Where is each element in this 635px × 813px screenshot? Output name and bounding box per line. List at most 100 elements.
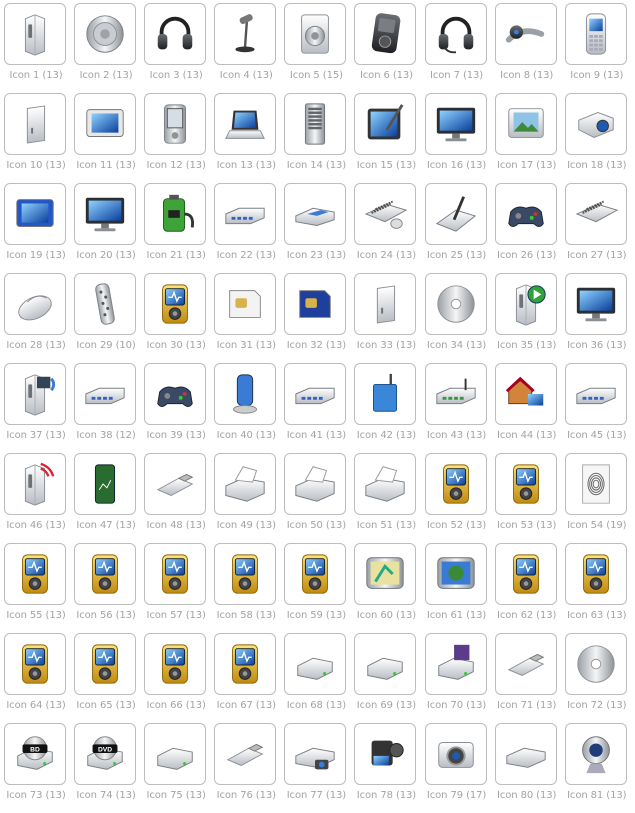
icon-tile-frame[interactable] [354, 3, 417, 65]
icon-tile-frame[interactable] [424, 453, 487, 515]
icon-tile-item[interactable]: Icon 7 (13) [423, 3, 493, 93]
icon-tile-item[interactable]: Icon 23 (13) [282, 183, 352, 273]
icon-tile-item[interactable]: Icon 17 (13) [493, 93, 563, 183]
icon-tile-frame[interactable] [214, 363, 277, 425]
icon-tile-item[interactable]: Icon 59 (13) [282, 543, 352, 633]
icon-tile-item[interactable]: BD Icon 73 (13) [2, 723, 72, 813]
icon-tile-frame[interactable] [4, 453, 66, 515]
icon-tile-frame[interactable] [4, 3, 66, 65]
icon-tile-item[interactable]: Icon 32 (13) [282, 273, 352, 363]
icon-tile-item[interactable]: Icon 20 (13) [72, 183, 142, 273]
icon-tile-item[interactable]: Icon 34 (13) [423, 273, 493, 363]
icon-tile-item[interactable]: Icon 5 (15) [282, 3, 352, 93]
icon-tile-item[interactable]: Icon 56 (13) [72, 543, 142, 633]
icon-tile-frame[interactable] [144, 363, 207, 425]
icon-tile-frame[interactable] [74, 633, 137, 695]
icon-tile-frame[interactable] [4, 363, 66, 425]
icon-tile-frame[interactable] [214, 93, 277, 155]
icon-tile-frame[interactable] [564, 3, 627, 65]
icon-tile-item[interactable]: Icon 72 (13) [563, 633, 633, 723]
icon-tile-frame[interactable] [494, 723, 557, 785]
icon-tile-frame[interactable] [354, 723, 417, 785]
icon-tile-frame[interactable] [354, 273, 417, 335]
icon-tile-item[interactable]: Icon 50 (13) [282, 453, 352, 543]
icon-tile-item[interactable]: Icon 12 (13) [142, 93, 212, 183]
icon-tile-item[interactable]: Icon 24 (13) [352, 183, 422, 273]
icon-tile-item[interactable]: Icon 54 (19) [563, 453, 633, 543]
icon-tile-frame[interactable] [74, 363, 137, 425]
icon-tile-frame[interactable] [144, 723, 207, 785]
icon-tile-item[interactable]: Icon 30 (13) [142, 273, 212, 363]
icon-tile-item[interactable]: Icon 14 (13) [282, 93, 352, 183]
icon-tile-item[interactable]: Icon 39 (13) [142, 363, 212, 453]
icon-tile-item[interactable]: Icon 70 (13) [423, 633, 493, 723]
icon-tile-frame[interactable] [494, 453, 557, 515]
icon-tile-frame[interactable] [144, 3, 207, 65]
icon-tile-frame[interactable] [144, 543, 207, 605]
icon-tile-item[interactable]: Icon 6 (13) [352, 3, 422, 93]
icon-tile-item[interactable]: Icon 78 (13) [352, 723, 422, 813]
icon-tile-frame[interactable] [424, 633, 487, 695]
icon-tile-item[interactable]: Icon 3 (13) [142, 3, 212, 93]
icon-tile-frame[interactable] [74, 3, 137, 65]
icon-tile-frame[interactable] [214, 183, 277, 245]
icon-tile-frame[interactable] [284, 723, 347, 785]
icon-tile-frame[interactable]: DVD [74, 723, 137, 785]
icon-tile-item[interactable]: Icon 46 (13) [2, 453, 72, 543]
icon-tile-frame[interactable] [424, 3, 487, 65]
icon-tile-frame[interactable]: BD [4, 723, 66, 785]
icon-tile-frame[interactable] [494, 363, 557, 425]
icon-tile-frame[interactable] [214, 723, 277, 785]
icon-tile-frame[interactable] [74, 453, 137, 515]
icon-tile-item[interactable]: Icon 35 (13) [493, 273, 563, 363]
icon-tile-frame[interactable] [284, 633, 347, 695]
icon-tile-frame[interactable] [424, 273, 487, 335]
icon-tile-frame[interactable] [4, 93, 66, 155]
icon-tile-frame[interactable] [214, 273, 277, 335]
icon-tile-item[interactable]: Icon 77 (13) [282, 723, 352, 813]
icon-tile-item[interactable]: Icon 52 (13) [423, 453, 493, 543]
icon-tile-item[interactable]: Icon 1 (13) [2, 3, 72, 93]
icon-tile-frame[interactable] [564, 543, 627, 605]
icon-tile-frame[interactable] [214, 453, 277, 515]
icon-tile-item[interactable]: Icon 8 (13) [493, 3, 563, 93]
icon-tile-item[interactable]: Icon 37 (13) [2, 363, 72, 453]
icon-tile-item[interactable]: Icon 68 (13) [282, 633, 352, 723]
icon-tile-frame[interactable] [284, 453, 347, 515]
icon-tile-frame[interactable] [144, 273, 207, 335]
icon-tile-frame[interactable] [4, 633, 66, 695]
icon-tile-item[interactable]: Icon 22 (13) [212, 183, 282, 273]
icon-tile-frame[interactable] [144, 633, 207, 695]
icon-tile-item[interactable]: Icon 64 (13) [2, 633, 72, 723]
icon-tile-frame[interactable] [74, 183, 137, 245]
icon-tile-item[interactable]: Icon 67 (13) [212, 633, 282, 723]
icon-tile-frame[interactable] [564, 633, 627, 695]
icon-tile-item[interactable]: Icon 76 (13) [212, 723, 282, 813]
icon-tile-item[interactable]: Icon 53 (13) [493, 453, 563, 543]
icon-tile-item[interactable]: Icon 4 (13) [212, 3, 282, 93]
icon-tile-item[interactable]: Icon 66 (13) [142, 633, 212, 723]
icon-tile-item[interactable]: Icon 38 (12) [72, 363, 142, 453]
icon-tile-item[interactable]: Icon 49 (13) [212, 453, 282, 543]
icon-tile-frame[interactable] [424, 183, 487, 245]
icon-tile-item[interactable]: Icon 60 (13) [352, 543, 422, 633]
icon-tile-item[interactable]: Icon 26 (13) [493, 183, 563, 273]
icon-tile-frame[interactable] [354, 633, 417, 695]
icon-tile-frame[interactable] [424, 723, 487, 785]
icon-tile-frame[interactable] [284, 183, 347, 245]
icon-tile-frame[interactable] [494, 183, 557, 245]
icon-tile-item[interactable]: Icon 75 (13) [142, 723, 212, 813]
icon-tile-frame[interactable] [494, 273, 557, 335]
icon-tile-item[interactable]: Icon 69 (13) [352, 633, 422, 723]
icon-tile-item[interactable]: Icon 41 (13) [282, 363, 352, 453]
icon-tile-frame[interactable] [284, 273, 347, 335]
icon-tile-frame[interactable] [4, 273, 66, 335]
icon-tile-frame[interactable] [564, 723, 627, 785]
icon-tile-frame[interactable] [494, 543, 557, 605]
icon-tile-item[interactable]: Icon 57 (13) [142, 543, 212, 633]
icon-tile-frame[interactable] [4, 183, 66, 245]
icon-tile-item[interactable]: DVD Icon 74 (13) [72, 723, 142, 813]
icon-tile-frame[interactable] [214, 543, 277, 605]
icon-tile-frame[interactable] [214, 3, 277, 65]
icon-tile-frame[interactable] [564, 273, 627, 335]
